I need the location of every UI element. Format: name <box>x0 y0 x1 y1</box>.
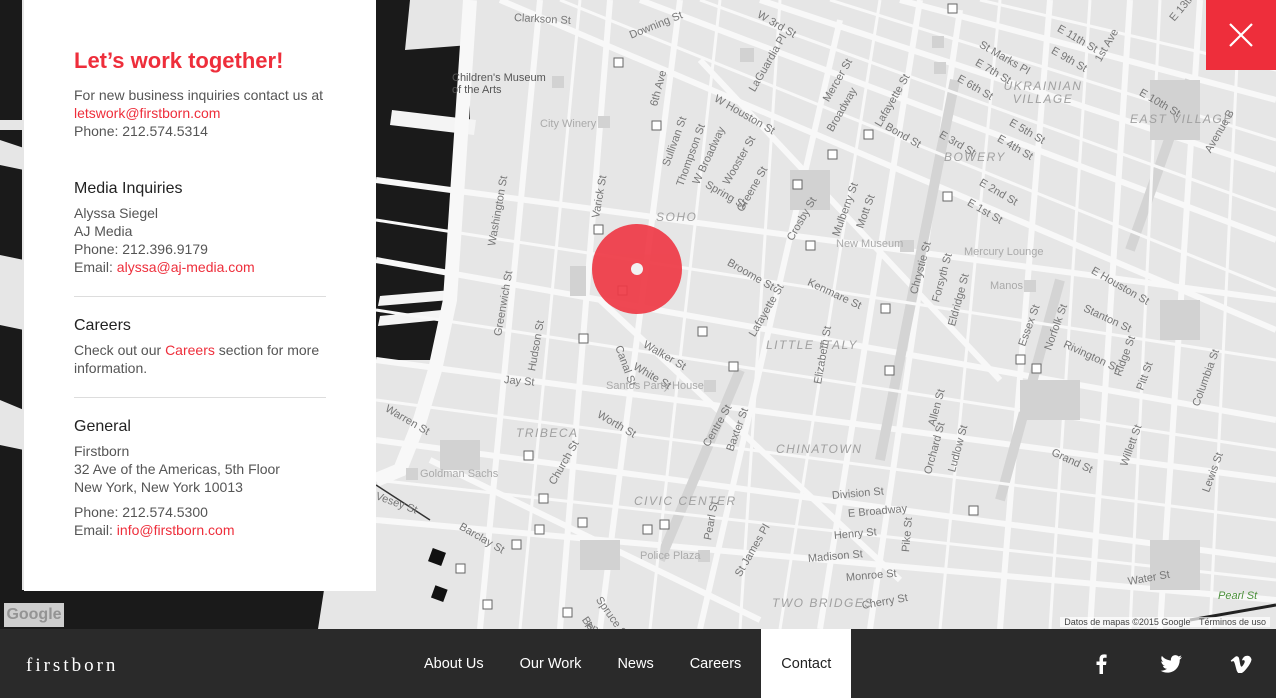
general-email-link[interactable]: info@firstborn.com <box>117 522 235 538</box>
footer-nav: firstborn About Us Our Work News Careers… <box>0 629 1276 698</box>
terms-link[interactable]: Términos de uso <box>1199 617 1266 627</box>
contact-panel: Let’s work together! For new business in… <box>24 0 376 591</box>
vimeo-link[interactable] <box>1206 655 1276 673</box>
media-email-link[interactable]: alyssa@aj-media.com <box>117 259 255 275</box>
street-label: Pearl St <box>1218 590 1258 602</box>
social-links <box>1066 629 1276 698</box>
business-text: For new business inquiries contact us at… <box>74 86 326 122</box>
media-heading: Media Inquiries <box>74 180 183 197</box>
map-attribution: Datos de mapas ©2015 Google Términos de … <box>1060 617 1270 627</box>
location-dot <box>631 263 643 275</box>
attribution-text: Datos de mapas ©2015 Google <box>1064 617 1191 627</box>
area-label: TWO BRIDGES <box>772 596 874 610</box>
general-address-2: New York, New York 10013 <box>74 479 243 495</box>
location-pin[interactable] <box>592 224 682 314</box>
close-button[interactable] <box>1206 0 1276 70</box>
area-label: LITTLE ITALY <box>766 338 859 352</box>
general-phone: Phone: 212.574.5300 <box>74 504 208 520</box>
general-address-1: 32 Ave of the Americas, 5th Floor <box>74 461 280 477</box>
main-nav: About Us Our Work News Careers Contact <box>406 629 852 698</box>
firstborn-logo[interactable]: firstborn <box>26 655 118 677</box>
place-label: City Winery <box>540 118 597 130</box>
business-email-link[interactable]: letswork@firstborn.com <box>74 105 220 121</box>
media-company: AJ Media <box>74 223 133 239</box>
careers-section: Careers Check out our Careers section fo… <box>74 296 326 397</box>
page-title: Let’s work together! <box>74 48 284 73</box>
nav-item-news[interactable]: News <box>599 629 671 698</box>
close-icon <box>1229 23 1253 47</box>
area-label: CHINATOWN <box>776 442 863 456</box>
general-company: Firstborn <box>74 443 130 459</box>
media-section: Media Inquiries Alyssa Siegel AJ Media P… <box>74 160 326 296</box>
media-email-line: Email: alyssa@aj-media.com <box>74 258 326 276</box>
vimeo-icon <box>1230 655 1252 673</box>
google-logo[interactable]: Google <box>4 603 64 627</box>
area-label: CIVIC CENTER <box>634 494 737 508</box>
place-label: New Museum <box>836 238 904 250</box>
place-label: Mercury Lounge <box>964 246 1044 258</box>
place-label: Manos <box>990 280 1024 292</box>
nav-item-our-work[interactable]: Our Work <box>502 629 600 698</box>
nav-item-contact[interactable]: Contact <box>761 629 852 698</box>
area-label: SOHO <box>656 210 698 224</box>
area-label: BOWERY <box>944 150 1006 164</box>
careers-link[interactable]: Careers <box>165 342 215 358</box>
media-phone: Phone: 212.396.9179 <box>74 241 208 257</box>
place-label: Santos Party House <box>606 380 704 392</box>
media-name: Alyssa Siegel <box>74 205 159 221</box>
careers-text-before: Check out our <box>74 342 162 358</box>
facebook-icon <box>1096 653 1107 674</box>
business-text-label: For new business inquiries contact us at <box>74 87 324 103</box>
general-email-label: Email: <box>74 522 113 538</box>
place-label: Children's Museum of the Arts <box>452 72 546 96</box>
place-label: Goldman Sachs <box>420 468 499 480</box>
twitter-icon <box>1160 654 1182 673</box>
area-label: TRIBECA <box>516 426 579 440</box>
general-email-line: Email: info@firstborn.com <box>74 521 326 539</box>
careers-heading: Careers <box>74 317 131 334</box>
place-label: Police Plaza <box>640 550 701 562</box>
street-label: Jay St <box>503 374 535 389</box>
area-label: EAST VILLAGE <box>1130 112 1233 126</box>
nav-item-about-us[interactable]: About Us <box>406 629 502 698</box>
business-section: Let’s work together! For new business in… <box>74 48 326 160</box>
general-heading: General <box>74 418 131 435</box>
twitter-link[interactable] <box>1136 654 1206 673</box>
business-phone: Phone: 212.574.5314 <box>74 123 208 139</box>
general-section: General Firstborn 32 Ave of the Americas… <box>74 397 326 559</box>
area-label: UKRAINIAN VILLAGE <box>1003 79 1083 106</box>
careers-text: Check out our Careers section for more i… <box>74 341 326 377</box>
facebook-link[interactable] <box>1066 653 1136 674</box>
media-email-label: Email: <box>74 259 113 275</box>
nav-item-careers[interactable]: Careers <box>672 629 760 698</box>
